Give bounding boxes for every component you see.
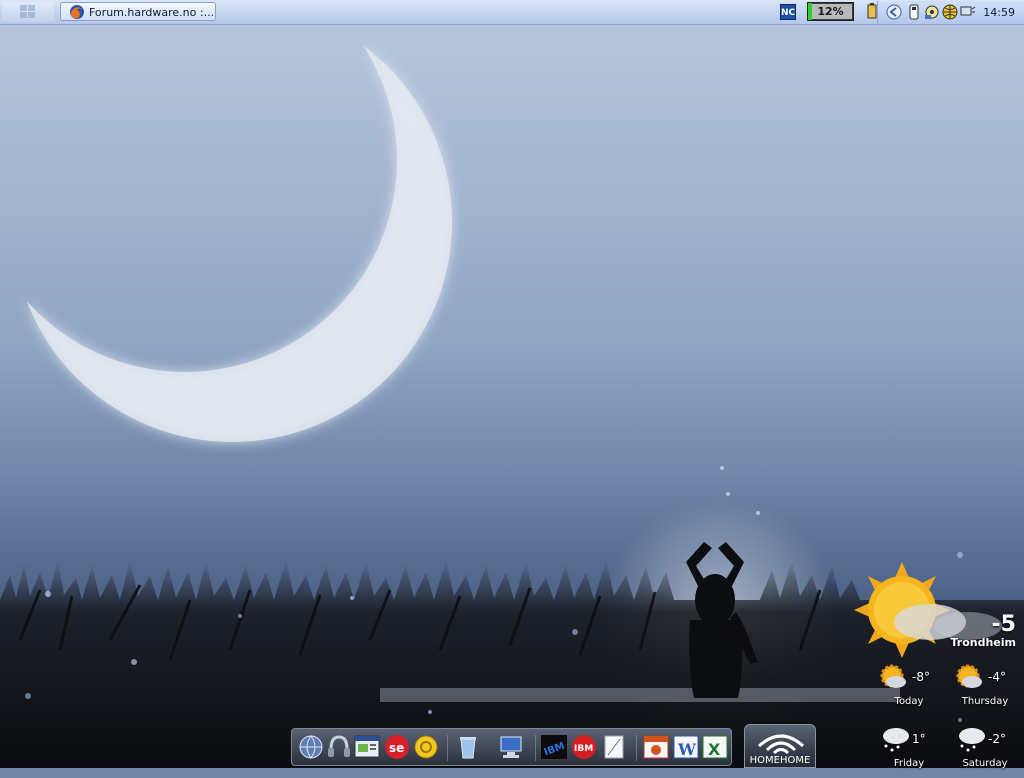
dock: se IBM IBM W X: [291, 728, 732, 766]
forecast-day: Today: [894, 696, 924, 707]
globe-network-icon[interactable]: [297, 733, 325, 761]
dock-separator: [535, 735, 536, 761]
speaker-monitor-icon[interactable]: [960, 4, 976, 20]
network-globe-icon[interactable]: [942, 4, 958, 20]
forecast-saturday[interactable]: -2° Saturday: [946, 722, 1024, 778]
browser-window-icon[interactable]: [353, 733, 381, 761]
forecast-day: Friday: [893, 758, 925, 769]
wifi-widget[interactable]: HOMEHOME: [744, 724, 816, 768]
recycle-bin-icon[interactable]: [454, 733, 482, 761]
wifi-icon: [757, 734, 805, 755]
forecast-temp: 1°: [912, 732, 926, 746]
snow-cloud-icon: [883, 728, 909, 752]
svg-text:X: X: [708, 740, 721, 759]
sun-settings-icon[interactable]: [412, 733, 440, 761]
svg-text:se: se: [389, 741, 404, 755]
cpu-meter-label: 12%: [817, 5, 844, 18]
forecast-day: Saturday: [962, 758, 1008, 769]
forecast-temp: -2°: [988, 732, 1006, 746]
nc-tray-icon[interactable]: NC: [780, 4, 796, 20]
forecast-today[interactable]: -8° Today: [870, 660, 948, 716]
firefox-icon: [70, 5, 84, 19]
dock-separator: [447, 735, 448, 761]
notepad-icon[interactable]: [600, 733, 628, 761]
word-icon[interactable]: W: [672, 733, 700, 761]
svg-text:IBM: IBM: [574, 744, 593, 754]
powerpoint-icon[interactable]: [642, 733, 670, 761]
taskbar: Forum.hardware.no :... NC 12% 14:59: [0, 0, 1024, 25]
usb-device-icon[interactable]: [906, 4, 922, 20]
ibm-icon[interactable]: IBM: [540, 733, 568, 761]
back-arrow-icon[interactable]: [886, 4, 902, 20]
forecast-temp: -4°: [988, 670, 1006, 684]
start-button[interactable]: [2, 2, 54, 22]
windows-logo-icon: [20, 5, 35, 18]
weather-city: Trondheim: [950, 636, 1016, 649]
cd-drive-icon[interactable]: [924, 4, 940, 20]
ibm-red-icon[interactable]: IBM: [570, 733, 598, 761]
sun-cloud-icon: [880, 664, 906, 688]
dock-separator: [636, 735, 637, 761]
weather-widget[interactable]: -5 Trondheim -8° Today -4° Thursday 1° F…: [850, 560, 1024, 769]
clock[interactable]: 14:59: [983, 6, 1015, 19]
snow-cloud-icon: [959, 728, 985, 752]
headset-icon[interactable]: [325, 733, 353, 761]
sun-cloud-icon: [956, 664, 982, 688]
excel-icon[interactable]: X: [701, 733, 729, 761]
forecast-day: Thursday: [961, 696, 1009, 707]
system-tray: 14:59: [877, 1, 1024, 23]
forecast-temp: -8°: [912, 670, 930, 684]
wifi-widget-label: HOMEHOME: [749, 755, 811, 766]
current-temperature: -5: [991, 612, 1016, 637]
svg-text:W: W: [677, 740, 697, 759]
taskbar-item-firefox[interactable]: Forum.hardware.no :...: [60, 2, 216, 21]
forecast-friday[interactable]: 1° Friday: [870, 722, 948, 778]
taskbar-item-title: Forum.hardware.no :...: [89, 6, 215, 19]
forecast-thursday[interactable]: -4° Thursday: [946, 660, 1024, 716]
cpu-meter[interactable]: 12%: [807, 2, 854, 21]
se-logo-icon[interactable]: se: [383, 733, 411, 761]
my-computer-icon[interactable]: [498, 733, 526, 761]
